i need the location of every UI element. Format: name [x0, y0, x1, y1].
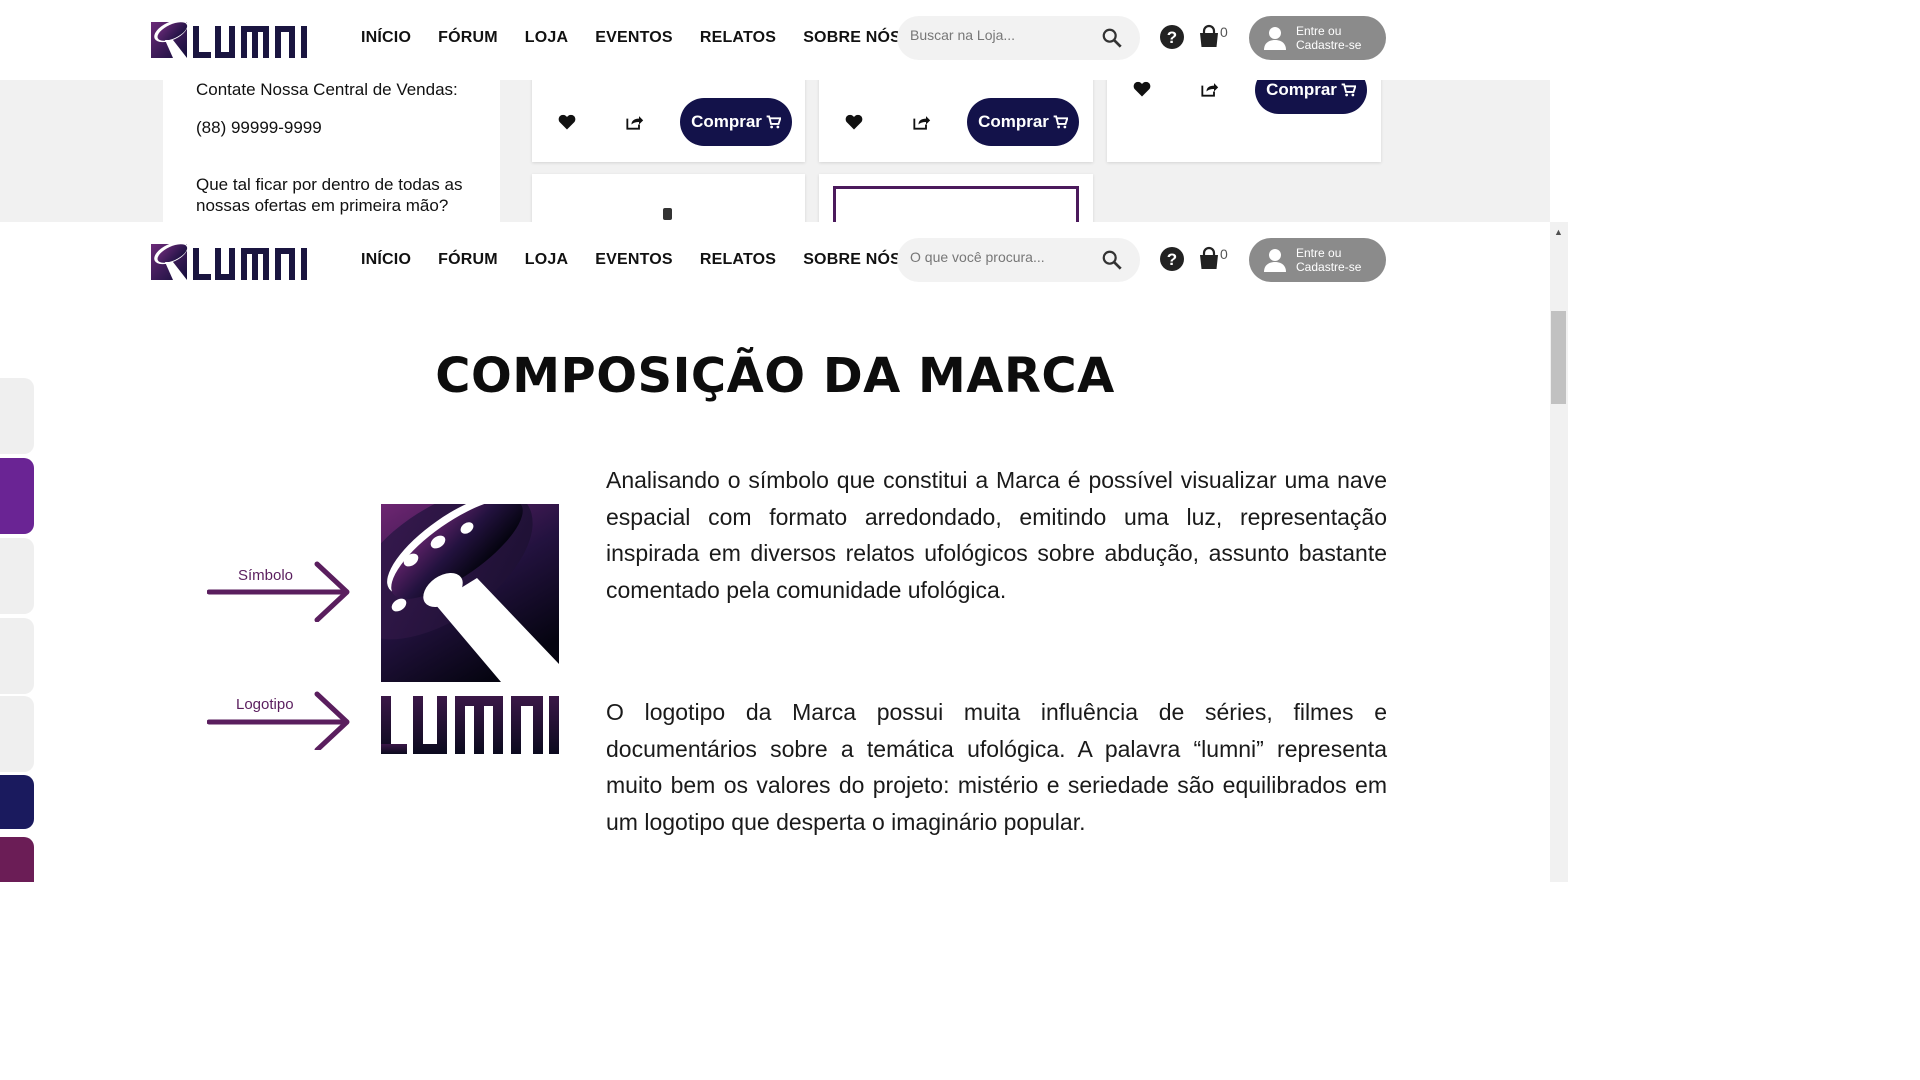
lumni-logo[interactable]: [151, 20, 309, 60]
product-card: [819, 174, 1093, 222]
side-tab[interactable]: [0, 775, 34, 829]
contact-title: Contate Nossa Central de Vendas:: [196, 80, 458, 99]
shopping-bag-icon[interactable]: [1197, 246, 1221, 270]
logotype-pointer: Logotipo: [207, 688, 353, 750]
login-line-2: Cadastre-se: [1296, 260, 1362, 274]
brand-navbar: INÍCIO FÓRUM LOJA EVENTOS RELATOS SOBRE …: [0, 222, 1550, 302]
menu-relatos[interactable]: RELATOS: [700, 251, 776, 269]
contact-phone: (88) 99999-9999: [196, 118, 322, 137]
user-icon: [1264, 27, 1286, 50]
search-input[interactable]: [910, 249, 1090, 265]
cart-count: 0: [1220, 246, 1228, 262]
search-input[interactable]: [910, 27, 1090, 43]
site-search: [897, 238, 1140, 282]
brand-logotype-image: [381, 696, 559, 754]
search-icon[interactable]: [1101, 27, 1123, 49]
vertical-scrollbar[interactable]: ▲: [1550, 222, 1568, 882]
heart-icon[interactable]: [1132, 79, 1152, 99]
buy-button-label: Comprar: [691, 112, 762, 131]
share-icon[interactable]: [624, 112, 644, 132]
menu-forum[interactable]: FÓRUM: [438, 251, 498, 269]
side-tab[interactable]: [0, 538, 34, 614]
brand-symbol-image: [381, 504, 559, 682]
newsletter-line-1: Que tal ficar por dentro de todas as: [196, 175, 463, 194]
arrow-right-icon: [207, 691, 350, 750]
symbol-pointer: Símbolo: [207, 560, 353, 622]
svg-text:?: ?: [1167, 250, 1177, 269]
sales-contact-card: Contate Nossa Central de Vendas: (88) 99…: [163, 60, 500, 222]
menu-eventos[interactable]: EVENTOS: [595, 29, 673, 47]
menu-loja[interactable]: LOJA: [525, 251, 568, 269]
login-button[interactable]: Entre ou Cadastre-se: [1249, 16, 1386, 60]
newsletter-line-2: nossas ofertas em primeira mão?: [196, 196, 449, 215]
cart-icon: [766, 115, 781, 129]
symbol-description: Analisando o símbolo que constitui a Mar…: [606, 467, 1387, 604]
side-tab-active[interactable]: [0, 458, 34, 534]
product-image: [833, 186, 1079, 222]
top-navbar: INÍCIO FÓRUM LOJA EVENTOS RELATOS SOBRE …: [0, 0, 1550, 80]
scrollbar-thumb[interactable]: [1551, 311, 1566, 404]
menu-sobre-nos[interactable]: SOBRE NÓS: [803, 29, 901, 47]
share-icon[interactable]: [911, 112, 931, 132]
cart-count: 0: [1220, 24, 1228, 40]
scroll-up-icon[interactable]: ▲: [1554, 227, 1563, 237]
cart-icon: [1341, 83, 1356, 97]
store-page-pane: Contate Nossa Central de Vendas: (88) 99…: [0, 0, 1550, 222]
buy-button[interactable]: Comprar: [967, 98, 1079, 146]
menu-inicio[interactable]: INÍCIO: [361, 29, 411, 47]
heart-icon[interactable]: [844, 112, 864, 132]
shopping-bag-icon[interactable]: [1197, 24, 1221, 48]
heart-icon[interactable]: [557, 112, 577, 132]
section-title: COMPOSIÇÃO DA MARCA: [435, 348, 1115, 404]
help-icon[interactable]: ?: [1160, 247, 1184, 271]
login-label: Entre ou Cadastre-se: [1296, 246, 1361, 274]
menu-forum[interactable]: FÓRUM: [438, 29, 498, 47]
side-tab[interactable]: [0, 837, 34, 882]
help-icon[interactable]: ?: [1160, 25, 1184, 49]
login-line-2: Cadastre-se: [1296, 38, 1362, 52]
screen: Contate Nossa Central de Vendas: (88) 99…: [0, 0, 1568, 882]
buy-button-label: Comprar: [1266, 80, 1337, 99]
search-icon[interactable]: [1101, 249, 1123, 271]
buy-button-label: Comprar: [978, 112, 1049, 131]
brand-page-pane: INÍCIO FÓRUM LOJA EVENTOS RELATOS SOBRE …: [0, 222, 1568, 882]
logotype-description: O logotipo da Marca possui muita influên…: [606, 699, 1387, 836]
product-image: [663, 208, 672, 220]
buy-button[interactable]: Comprar: [680, 98, 792, 146]
menu-sobre-nos[interactable]: SOBRE NÓS: [803, 251, 901, 269]
main-menu: INÍCIO FÓRUM LOJA EVENTOS RELATOS SOBRE …: [361, 251, 901, 269]
share-icon[interactable]: [1199, 79, 1219, 99]
login-line-1: Entre ou: [1296, 246, 1342, 260]
user-icon: [1264, 249, 1286, 272]
cart-icon: [1053, 115, 1068, 129]
menu-loja[interactable]: LOJA: [525, 29, 568, 47]
store-search: [897, 16, 1140, 60]
svg-text:?: ?: [1167, 28, 1177, 47]
product-card: [532, 174, 805, 222]
menu-inicio[interactable]: INÍCIO: [361, 251, 411, 269]
arrow-right-icon: [207, 561, 350, 622]
menu-eventos[interactable]: EVENTOS: [595, 251, 673, 269]
lumni-logo[interactable]: [151, 242, 309, 282]
login-button[interactable]: Entre ou Cadastre-se: [1249, 238, 1386, 282]
side-tab[interactable]: [0, 696, 34, 772]
menu-relatos[interactable]: RELATOS: [700, 29, 776, 47]
main-menu: INÍCIO FÓRUM LOJA EVENTOS RELATOS SOBRE …: [361, 29, 901, 47]
side-tab[interactable]: [0, 618, 34, 694]
login-label: Entre ou Cadastre-se: [1296, 24, 1361, 52]
login-line-1: Entre ou: [1296, 24, 1342, 38]
